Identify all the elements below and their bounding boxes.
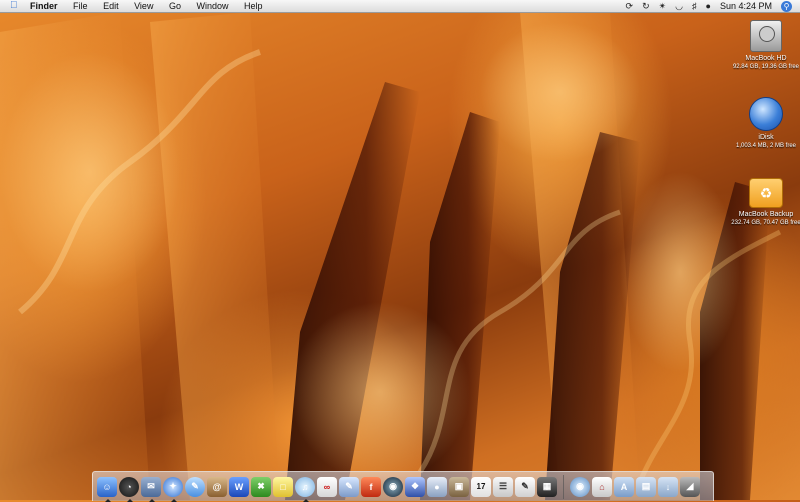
menu-list: Finder File Edit View Go Window Help [30, 0, 276, 12]
volume-icon[interactable]: ♯ [692, 0, 697, 12]
desktop-icon-idisk[interactable]: iDisk 1,003.4 MB, 2 MB free [718, 97, 800, 150]
bluetooth-icon[interactable]: ✴ [659, 0, 667, 12]
running-indicator [171, 498, 177, 502]
idisk-globe-icon [749, 97, 783, 131]
ichat-icon[interactable]: ✎ [185, 476, 205, 497]
menu-window[interactable]: Window [197, 1, 229, 11]
itunes-icon[interactable]: ♫ [295, 476, 315, 502]
mail-stamp-icon[interactable]: ✉ [141, 476, 161, 502]
word-icon[interactable]: W [229, 476, 249, 497]
menu-go[interactable]: Go [169, 1, 181, 11]
address-book-icon[interactable]: @ [207, 476, 227, 497]
photo-icon[interactable]: ▣ [449, 476, 469, 497]
running-indicator [105, 498, 111, 502]
hard-drive-icon [750, 20, 782, 52]
time-machine-icon[interactable]: ↻ [642, 0, 650, 12]
preview-icon[interactable]: ● [427, 476, 447, 497]
documents-folder-icon[interactable]: ▤ [636, 476, 656, 497]
running-indicator [127, 498, 133, 502]
dock-separator [563, 474, 564, 499]
trash-icon[interactable]: ◢ [680, 476, 700, 497]
globe-icon[interactable]: ◉ [570, 476, 590, 497]
desktop-wallpaper [0, 12, 800, 500]
menu-view[interactable]: View [134, 1, 153, 11]
desktop-icon-label: MacBook HD [745, 55, 787, 62]
desktop-icon-info: 92.84 GB, 19.36 GB free [732, 64, 800, 70]
menu-file[interactable]: File [73, 1, 88, 11]
ical-icon[interactable]: 17 [471, 476, 491, 497]
desktop-icon-info: 232.74 GB, 70.47 GB free [731, 220, 800, 226]
applications-folder-icon[interactable]: A [614, 476, 634, 497]
user-icon[interactable]: ● [706, 0, 711, 12]
desktop-icon-info: 1,003.4 MB, 2 MB free [735, 143, 797, 149]
paper-icon[interactable]: ☰ [493, 476, 513, 497]
desktop-icon-label: iDisk [758, 134, 774, 141]
running-indicator [303, 498, 309, 502]
calculator-icon[interactable]: ▦ [537, 476, 557, 497]
camera-icon[interactable]: ◉ [383, 476, 403, 497]
flash-icon[interactable]: f [361, 476, 381, 497]
excel-icon[interactable]: ✖ [251, 476, 271, 497]
sync-icon[interactable]: ⟳ [626, 0, 634, 12]
desktop-icon-macbook-backup[interactable]: ♻ MacBook Backup 232.74 GB, 70.47 GB fre… [718, 178, 800, 227]
menu-help[interactable]: Help [244, 1, 263, 11]
finder-icon[interactable]: ☺ [97, 476, 117, 502]
dock: ☺ ◔ ✉ ✦ ✎ @ W ✖ □ ♫ ∞ ✎ f ◉ ❖ ● ▣ 17 ☰ ✎… [92, 471, 714, 502]
home-folder-icon[interactable]: ⌂ [592, 476, 612, 497]
firewire-drive-icon: ♻ [749, 178, 783, 208]
downloads-folder-icon[interactable]: ↓ [658, 476, 678, 497]
dashboard-icon[interactable]: ◔ [119, 476, 139, 502]
acrobat-icon[interactable]: ∞ [317, 476, 337, 497]
menu-bar:  Finder File Edit View Go Window Help ⟳… [0, 0, 800, 13]
wifi-icon[interactable]: ◡ [675, 0, 683, 12]
menu-finder[interactable]: Finder [30, 1, 58, 11]
desktop-icon-label: MacBook Backup [738, 211, 794, 218]
menu-edit[interactable]: Edit [103, 1, 119, 11]
menu-clock[interactable]: Sun 4:24 PM [720, 0, 772, 12]
network-icon[interactable]: ❖ [405, 476, 425, 497]
fire-wallpaper-art [0, 12, 782, 500]
safari-icon[interactable]: ✦ [163, 476, 183, 502]
spotlight-icon[interactable]: ⚲ [781, 0, 792, 12]
desktop-icon-macbook-hd[interactable]: MacBook HD 92.84 GB, 19.36 GB free [718, 20, 800, 71]
status-area: ⟳ ↻ ✴ ◡ ♯ ● Sun 4:24 PM ⚲ [626, 0, 792, 12]
note-icon[interactable]: □ [273, 476, 293, 497]
apple-menu-icon[interactable]:  [10, 0, 18, 12]
textedit-icon[interactable]: ✎ [515, 476, 535, 497]
pen-icon[interactable]: ✎ [339, 476, 359, 497]
running-indicator [149, 498, 155, 502]
